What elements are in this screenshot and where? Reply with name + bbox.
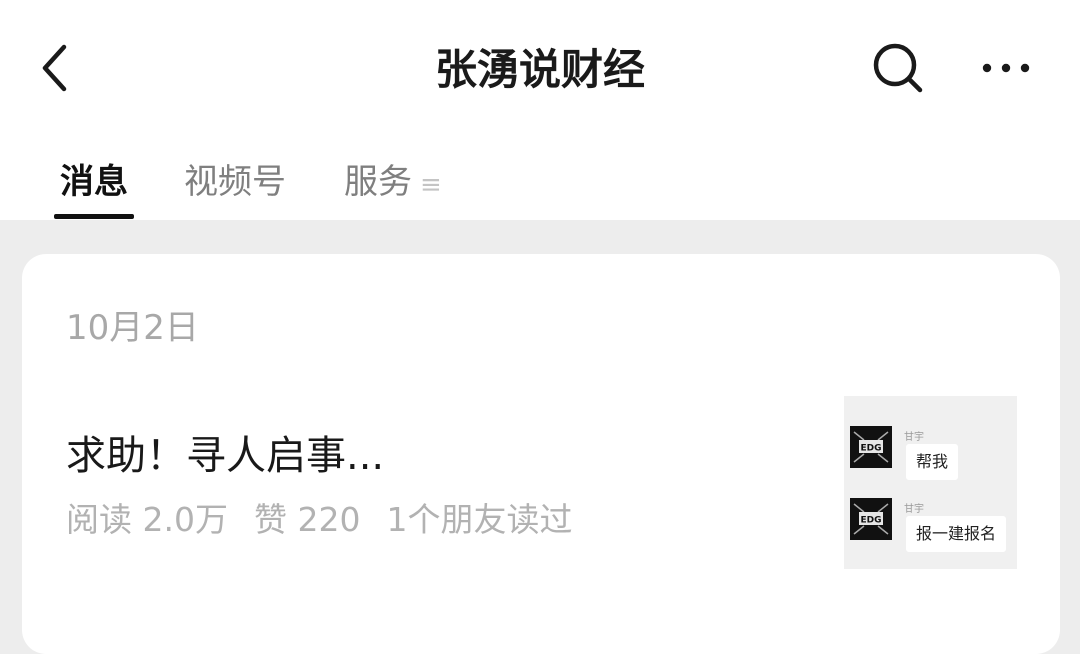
- post-date: 10月2日: [66, 308, 199, 348]
- friends-read: 1个朋友读过: [386, 500, 573, 539]
- chat-bubble: 报一建报名: [906, 516, 1007, 552]
- menu-icon: ≡: [420, 170, 442, 200]
- search-icon: [873, 43, 923, 93]
- more-button[interactable]: [974, 40, 1038, 96]
- tab-messages[interactable]: 消息: [60, 160, 128, 204]
- tab-services[interactable]: 服务 ≡: [344, 160, 442, 207]
- tab-services-label: 服务: [344, 162, 412, 202]
- sender-name: 甘宇: [904, 504, 924, 515]
- article-thumbnail[interactable]: EDG 甘宇 帮我 EDG 甘宇 报一建报名: [844, 396, 1017, 569]
- read-count: 阅读 2.0万: [66, 500, 228, 539]
- chevron-left-icon: [42, 44, 67, 92]
- avatar-logo-text: EDG: [860, 444, 881, 454]
- active-tab-indicator: [54, 214, 134, 219]
- tab-bar: 消息 视频号 服务 ≡: [0, 152, 1080, 220]
- sender-name: 甘宇: [904, 432, 924, 443]
- more-horizontal-icon: [982, 63, 1030, 73]
- top-bar: 张湧说财经 消息 视频号 服务 ≡: [0, 0, 1080, 220]
- tab-channels[interactable]: 视频号: [184, 160, 286, 204]
- avatar-logo-text: EDG: [860, 516, 881, 526]
- like-count: 赞 220: [253, 500, 361, 539]
- avatar: EDG: [850, 426, 892, 468]
- back-button[interactable]: [30, 40, 80, 96]
- avatar: EDG: [850, 498, 892, 540]
- chat-bubble: 帮我: [906, 444, 959, 480]
- message-card: 10月2日 求助！寻人启事... 阅读 2.0万赞 220 1个朋友读过 EDG …: [22, 254, 1060, 654]
- search-button[interactable]: [866, 40, 930, 96]
- article-title[interactable]: 求助！寻人启事...: [66, 430, 384, 482]
- article-stats: 阅读 2.0万赞 220 1个朋友读过: [66, 498, 598, 542]
